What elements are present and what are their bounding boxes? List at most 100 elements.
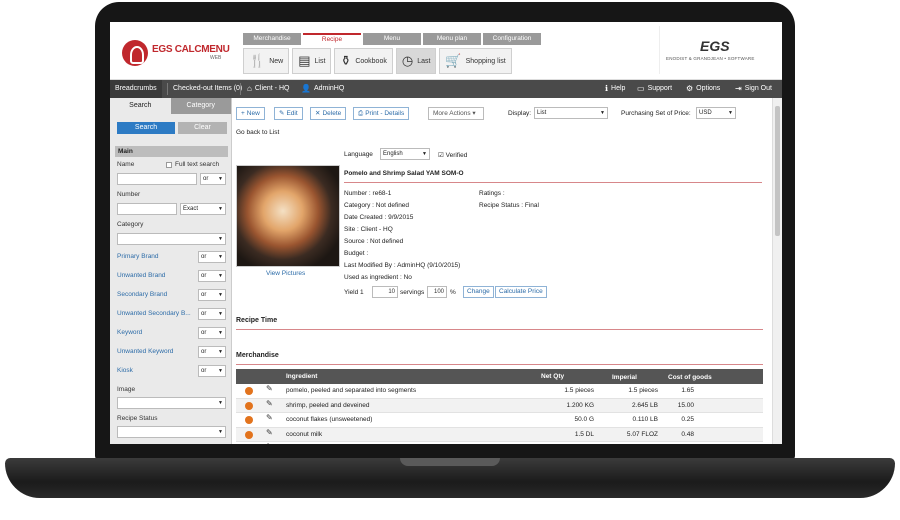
- tab-search[interactable]: Search: [110, 98, 171, 114]
- new-button[interactable]: 🍴 New: [243, 48, 290, 74]
- cookbook-button[interactable]: ⚱ Cookbook: [334, 48, 393, 74]
- recipe-ratings: Ratings :: [479, 190, 505, 197]
- recipe-time-heading: Recipe Time: [236, 317, 278, 324]
- edit-pencil-icon[interactable]: ✎: [266, 442, 273, 444]
- clear-button[interactable]: Clear: [178, 122, 227, 134]
- site-selector[interactable]: ⌂ Client - HQ: [247, 80, 289, 98]
- logo-subtext: WEB: [210, 55, 222, 61]
- tab-recipe[interactable]: Recipe: [303, 33, 361, 45]
- edit-pencil-icon[interactable]: ✎: [266, 384, 273, 393]
- yield-input[interactable]: 10: [372, 286, 398, 298]
- options-link[interactable]: ⚙ Options: [686, 80, 720, 98]
- cell-net-qty: 50.0 G: [574, 416, 594, 423]
- recipe-budget: Budget :: [344, 250, 369, 257]
- language-label: Language: [344, 151, 373, 158]
- edit-pencil-icon[interactable]: ✎: [266, 413, 273, 422]
- category-label: Category: [117, 221, 144, 228]
- filter-keyword-op[interactable]: or: [198, 327, 226, 339]
- col-imperial-line1: Imperial: [612, 374, 637, 381]
- cell-imperial: 5.07 FLOZ: [626, 430, 658, 438]
- bottles-icon: ⚱: [340, 53, 352, 68]
- percent-input[interactable]: 100: [427, 286, 447, 298]
- status-dot-icon: [245, 416, 253, 424]
- number-input[interactable]: [117, 203, 177, 215]
- table-row[interactable]: ✎ red chili flakes, dried 10.0 G 0.022 LB0.…: [236, 442, 763, 444]
- table-row[interactable]: ✎ pomelo, peeled and separated into segme…: [236, 384, 763, 399]
- table-row[interactable]: ✎ shrimp, peeled and deveined 1.200 KG 2.64…: [236, 398, 763, 413]
- filter-unwanted-secondary-label[interactable]: Unwanted Secondary B...: [117, 310, 191, 317]
- verified-checkbox[interactable]: ☑ Verified: [438, 151, 467, 159]
- scrollbar-thumb[interactable]: [775, 106, 780, 236]
- edit-button[interactable]: ✎ Edit: [274, 107, 303, 120]
- support-link[interactable]: ▭ Support: [637, 80, 672, 98]
- tab-configuration[interactable]: Configuration: [483, 33, 541, 45]
- col-ingredient: Ingredient: [286, 373, 318, 380]
- print-details-button[interactable]: ⎙ Print - Details: [353, 107, 410, 120]
- filter-kiosk-op[interactable]: or: [198, 365, 226, 377]
- user-menu[interactable]: 👤 AdminHQ: [301, 80, 344, 98]
- col-cost-line1: Cost of goods: [668, 374, 712, 381]
- help-link[interactable]: ℹ Help: [605, 80, 625, 98]
- back-to-list-link[interactable]: Go back to List: [236, 129, 279, 136]
- tab-menu[interactable]: Menu: [363, 33, 421, 45]
- recipe-photo: [236, 165, 340, 267]
- toolbar: 🍴 New ▤ List ⚱ Cookbook ◷ Last 🛒 Shoppin…: [243, 48, 515, 74]
- edit-pencil-icon[interactable]: ✎: [266, 428, 273, 437]
- language-select[interactable]: English: [380, 148, 430, 160]
- new-recipe-button[interactable]: + New: [236, 107, 265, 120]
- more-actions-dropdown[interactable]: More Actions ▾: [428, 107, 484, 120]
- filter-primary-brand-op[interactable]: or: [198, 251, 226, 263]
- support-label: Support: [647, 85, 673, 92]
- table-row[interactable]: ✎ coconut flakes (unsweetened) 50.0 G 0.110…: [236, 413, 763, 428]
- filter-unwanted-keyword-op[interactable]: or: [198, 346, 226, 358]
- site-label: Client - HQ: [254, 85, 290, 92]
- signout-icon: ⇥: [735, 84, 742, 93]
- filter-kiosk-label[interactable]: Kiosk: [117, 367, 133, 374]
- filter-primary-brand-label[interactable]: Primary Brand: [117, 253, 159, 260]
- edit-pencil-icon[interactable]: ✎: [266, 399, 273, 408]
- filter-unwanted-brand-op[interactable]: or: [198, 270, 226, 282]
- filter-unwanted-brand-label[interactable]: Unwanted Brand: [117, 272, 165, 279]
- currency-select[interactable]: USD: [696, 107, 736, 119]
- calculate-price-button[interactable]: Calculate Price: [495, 286, 547, 298]
- cell-ingredient: pomelo, peeled and separated into segmen…: [286, 387, 417, 394]
- filter-keyword-label[interactable]: Keyword: [117, 329, 142, 336]
- search-button[interactable]: Search: [117, 122, 175, 134]
- module-tabs: Merchandise Recipe Menu Menu plan Config…: [243, 33, 543, 45]
- chevron-down-icon: ▾: [472, 110, 476, 117]
- egs-tagline: ENODIST & GRANDJEAN • SOFTWARE: [666, 56, 755, 61]
- name-operator-select[interactable]: or: [200, 173, 226, 185]
- search-sidebar: Search Category Search Clear Main Name F…: [110, 98, 232, 444]
- main-scrollbar[interactable]: [772, 98, 782, 444]
- filter-secondary-brand-op[interactable]: or: [198, 289, 226, 301]
- checked-out-items[interactable]: Checked-out Items (0): [168, 80, 247, 98]
- number-operator-select[interactable]: Exact: [180, 203, 226, 215]
- full-text-checkbox[interactable]: [166, 162, 172, 168]
- filter-unwanted-secondary-op[interactable]: or: [198, 308, 226, 320]
- tab-merchandise[interactable]: Merchandise: [243, 33, 301, 45]
- view-pictures-link[interactable]: View Pictures: [266, 270, 305, 277]
- tab-menu-plan[interactable]: Menu plan: [423, 33, 481, 45]
- change-button[interactable]: Change: [463, 286, 494, 298]
- display-select[interactable]: List: [534, 107, 608, 119]
- cell-imperial: 2.645 LB: [631, 401, 658, 409]
- status-dot-icon: [245, 387, 253, 395]
- table-row[interactable]: ✎ coconut milk 1.5 DL 5.07 FLOZ 0.48: [236, 427, 763, 442]
- cart-icon: 🛒: [445, 53, 462, 68]
- recipe-status-select[interactable]: [117, 426, 226, 438]
- image-select[interactable]: [117, 397, 226, 409]
- list-button[interactable]: ▤ List: [292, 48, 332, 74]
- category-select[interactable]: [117, 233, 226, 245]
- breadcrumbs-button[interactable]: Breadcrumbs: [110, 80, 162, 98]
- delete-button[interactable]: ✕ Delete: [310, 107, 347, 120]
- last-button[interactable]: ◷ Last: [395, 48, 437, 74]
- signout-link[interactable]: ⇥ Sign Out: [735, 80, 772, 98]
- tab-category[interactable]: Category: [170, 98, 231, 114]
- filter-unwanted-keyword-label[interactable]: Unwanted Keyword: [117, 348, 173, 355]
- filter-secondary-brand-label[interactable]: Secondary Brand: [117, 291, 167, 298]
- shopping-list-button[interactable]: 🛒 Shopping list: [439, 48, 512, 74]
- cell-net-qty: 1.5 pieces: [564, 387, 594, 394]
- recipe-date-created: Date Created : 9/9/2015: [344, 214, 414, 221]
- image-label: Image: [117, 386, 136, 393]
- name-input[interactable]: [117, 173, 197, 185]
